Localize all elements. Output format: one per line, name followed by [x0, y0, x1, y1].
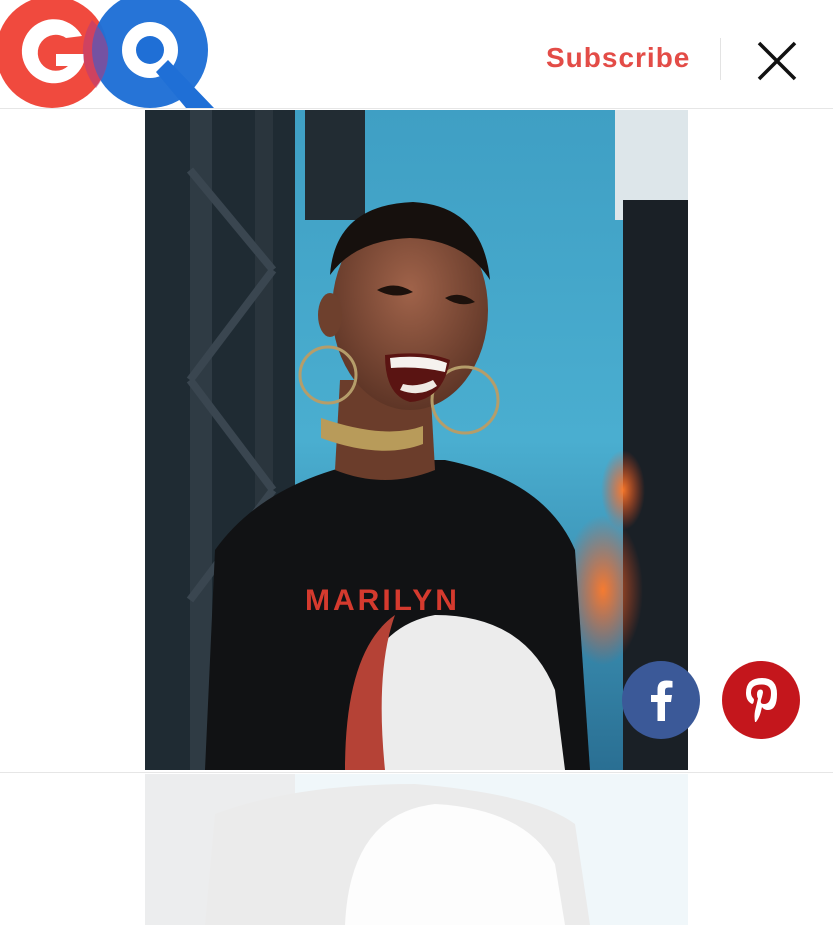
gq-logo-icon [0, 0, 214, 108]
next-photo-preview[interactable] [145, 774, 688, 925]
close-icon [757, 41, 797, 81]
header-divider [720, 38, 721, 80]
pinterest-icon [746, 678, 777, 722]
pinterest-share-button[interactable] [722, 661, 800, 739]
shirt-print-text: MARILYN [305, 584, 460, 617]
gallery-page: Subscribe MARILYN [0, 0, 833, 925]
site-header: Subscribe [0, 0, 833, 109]
portrait-image: MARILYN [145, 110, 688, 770]
close-button[interactable] [752, 36, 802, 86]
facebook-icon [651, 680, 673, 721]
section-divider [0, 772, 833, 773]
gallery-photo[interactable]: MARILYN [145, 110, 688, 770]
subscribe-link[interactable]: Subscribe [546, 38, 690, 78]
facebook-share-button[interactable] [622, 661, 700, 739]
faded-portrait-image [145, 774, 688, 925]
gq-logo[interactable] [0, 0, 220, 108]
